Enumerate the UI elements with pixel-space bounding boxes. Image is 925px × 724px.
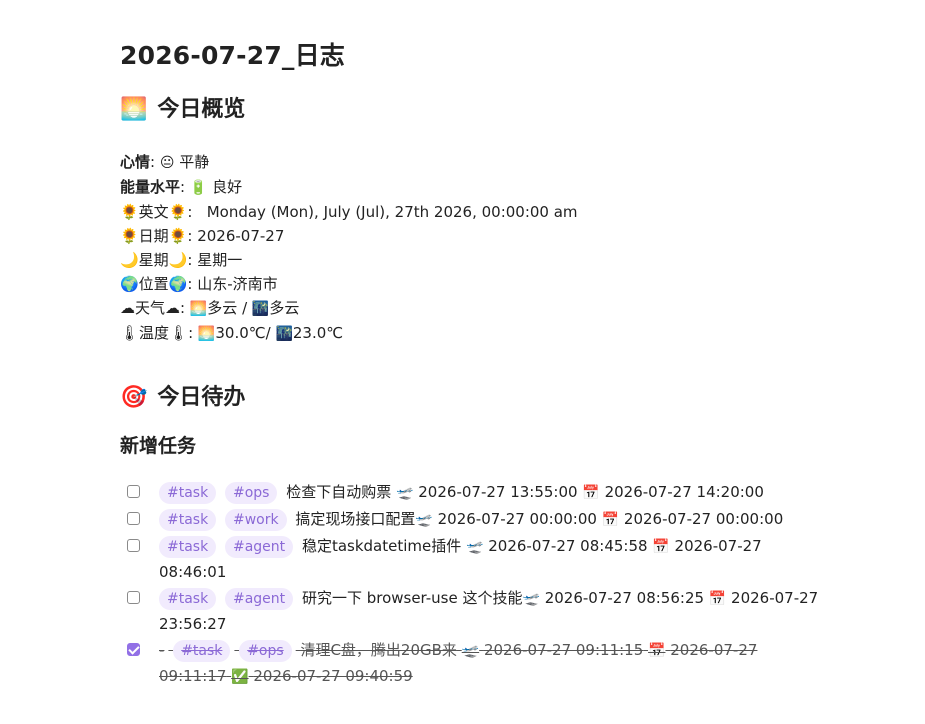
task-checkbox[interactable] (127, 539, 140, 552)
mood-label: 心情 (120, 153, 151, 171)
task-created: 2026-07-27 00:00:00 (437, 510, 597, 528)
task-created: 2026-07-27 08:56:25 (544, 589, 705, 607)
task-due: 2026-07-27 00:00:00 (623, 510, 784, 528)
task-created: 2026-07-27 09:11:15 (483, 641, 644, 659)
task-checkbox[interactable] (127, 485, 140, 498)
weather-label: ☁天气☁ (120, 299, 181, 317)
date-value: 2026-07-27 (197, 227, 285, 245)
tag-task[interactable]: #task (159, 536, 217, 558)
temperature-label: 🌡温度🌡 (120, 324, 189, 342)
task-text: 检查下自动购票 (286, 483, 392, 501)
task-item: #task #agent 研究一下 browser-use 这个技能🛫 2026… (120, 586, 820, 637)
prop-weekday: 🌙星期🌙: 星期一 (120, 251, 243, 269)
task-list: #task #ops 检查下自动购票 🛫 2026-07-27 13:55:00… (120, 480, 820, 690)
english-value: Monday (Mon), July (Jul), 27th 2026, 00:… (206, 203, 578, 221)
note-page: 2026-07-27_日志 🌅 今日概览 心情: 😐 平静 能量水平: 🔋 良好… (120, 38, 820, 691)
sunrise-icon: 🌅 (120, 97, 148, 122)
prop-temperature: 🌡温度🌡: 🌅30.0℃/ 🌃23.0℃ (120, 324, 344, 342)
energy-value: 良好 (212, 178, 243, 196)
tag-agent[interactable]: #agent (224, 536, 294, 558)
page-title: 2026-07-27_日志 (120, 41, 346, 70)
task-item-completed: - #task #ops 清理C盘，腾出20GB来 🛫 2026-07-27 0… (120, 638, 820, 690)
todo-heading: 🎯 今日待办 (120, 382, 820, 414)
departure-icon: 🛫 (461, 643, 480, 659)
todo-heading-text: 今日待办 (157, 385, 246, 410)
weekday-label: 🌙星期🌙 (120, 251, 188, 269)
night-city-icon: 🌃 (275, 326, 293, 342)
task-item: #task #work 搞定现场接口配置🛫 2026-07-27 00:00:0… (120, 507, 820, 533)
task-text: 研究一下 browser-use 这个技能 (301, 589, 523, 607)
departure-icon: 🛫 (466, 539, 484, 555)
overview-heading: 🌅 今日概览 (120, 94, 820, 126)
tag-ops[interactable]: #ops (239, 640, 292, 662)
calendar-icon: 📅 (652, 539, 670, 555)
overview-heading-text: 今日概览 (157, 97, 246, 122)
battery-icon: 🔋 (189, 180, 208, 196)
english-label: 🌻英文🌻 (120, 203, 188, 221)
prop-mood: 心情: 😐 平静 (120, 153, 210, 171)
calendar-icon: 📅 (582, 485, 600, 501)
target-icon: 🎯 (120, 385, 148, 410)
departure-icon: 🛫 (396, 485, 414, 501)
location-label: 🌍位置🌍 (120, 275, 188, 293)
night-city-icon: 🌃 (251, 301, 270, 317)
task-text: 清理C盘，腾出20GB来 (300, 641, 457, 659)
prop-weather: ☁天气☁: 🌅多云 / 🌃多云 (120, 299, 300, 317)
task-text: 稳定taskdatetime插件 (301, 537, 462, 555)
calendar-icon: 📅 (601, 512, 620, 528)
task-item: #task #agent 稳定taskdatetime插件 🛫 2026-07-… (120, 534, 820, 585)
tag-task[interactable]: #task (159, 588, 217, 610)
task-checkbox[interactable] (127, 512, 140, 525)
task-checkbox-checked[interactable] (127, 643, 140, 656)
task-item: #task #ops 检查下自动购票 🛫 2026-07-27 13:55:00… (120, 480, 820, 506)
overview-properties: 心情: 😐 平静 能量水平: 🔋 良好 🌻英文🌻: Monday (Mon), … (120, 150, 820, 346)
calendar-icon: 📅 (708, 591, 727, 607)
prop-location: 🌍位置🌍: 山东-济南市 (120, 275, 278, 293)
calendar-icon: 📅 (648, 643, 666, 659)
mood-value: 平静 (179, 153, 210, 171)
tag-ops[interactable]: #ops (224, 482, 278, 504)
weather-night-value: 多云 (269, 299, 300, 317)
task-created: 2026-07-27 08:45:58 (488, 537, 648, 555)
new-tasks-heading: 新增任务 (120, 435, 197, 457)
weekday-value: 星期一 (197, 251, 243, 269)
date-label: 🌻日期🌻 (120, 227, 188, 245)
task-created: 2026-07-27 13:55:00 (418, 483, 578, 501)
check-mark-icon: ✅ (231, 669, 249, 685)
tag-task[interactable]: #task (173, 640, 231, 662)
location-value: 山东-济南市 (197, 275, 278, 293)
prop-english: 🌻英文🌻: Monday (Mon), July (Jul), 27th 202… (120, 203, 578, 221)
energy-label: 能量水平 (120, 178, 181, 196)
departure-icon: 🛫 (415, 512, 433, 528)
task-due: 2026-07-27 14:20:00 (604, 483, 764, 501)
temperature-night-value: 23.0℃ (292, 324, 344, 342)
departure-icon: 🛫 (522, 591, 540, 607)
weather-day-value: 多云 (207, 299, 238, 317)
tag-agent[interactable]: #agent (224, 588, 294, 610)
prop-energy: 能量水平: 🔋 良好 (120, 178, 243, 196)
neutral-face-icon: 😐 (159, 155, 175, 171)
task-done-time: 2026-07-27 09:40:59 (253, 667, 413, 685)
prop-date: 🌻日期🌻: 2026-07-27 (120, 227, 285, 245)
tag-task[interactable]: #task (159, 482, 217, 504)
task-checkbox[interactable] (127, 591, 140, 604)
task-dash: - (159, 641, 165, 659)
sunrise-icon: 🌅 (197, 326, 216, 342)
temperature-day-value: 30.0℃/ (215, 324, 271, 342)
tag-task[interactable]: #task (159, 509, 217, 531)
tag-work[interactable]: #work (224, 509, 287, 531)
sunrise-icon: 🌅 (189, 301, 208, 317)
task-text: 搞定现场接口配置 (295, 510, 416, 528)
